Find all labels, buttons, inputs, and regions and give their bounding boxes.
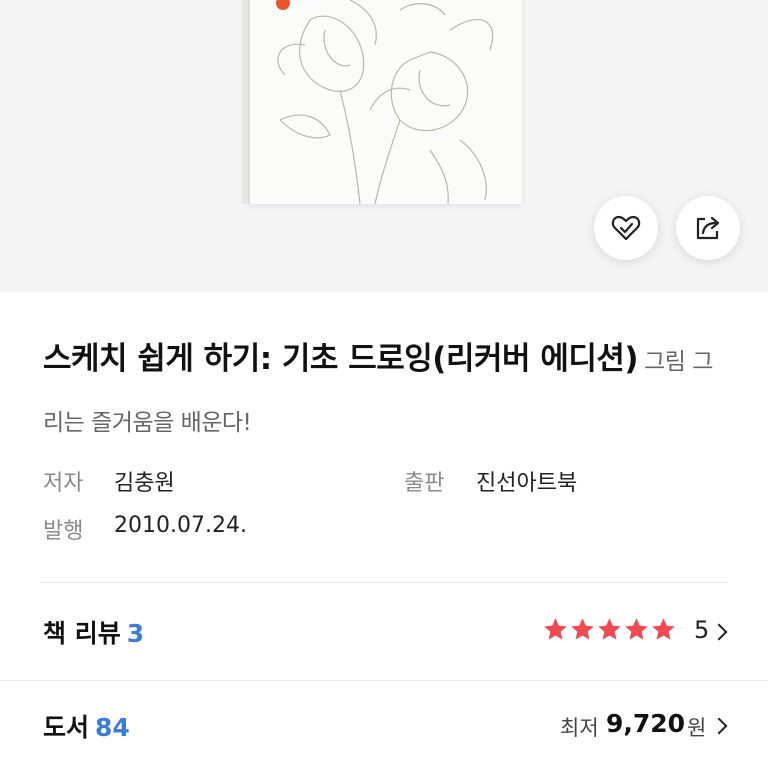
author-label: 저자: [43, 471, 84, 496]
publisher-value[interactable]: 진선아트북: [476, 465, 577, 497]
rating-value: 5: [694, 616, 710, 644]
listing-label: 도서 84: [43, 708, 130, 744]
share-button[interactable]: [676, 196, 740, 260]
price-label: 최저: [560, 716, 599, 740]
heart-check-icon: [611, 215, 641, 241]
author-value[interactable]: 김충원: [114, 465, 175, 497]
publisher-label: 출판: [404, 471, 445, 496]
book-title: 스케치 쉽게 하기: 기초 드로잉(리커버 에디션) 그림 그리는 즐거움을 배운…: [43, 330, 733, 452]
like-button[interactable]: [594, 196, 658, 260]
star-icon: [544, 618, 567, 640]
review-count: 3: [126, 619, 145, 648]
listing-count: 84: [95, 713, 130, 742]
divider: [40, 582, 728, 583]
book-title-text: 스케치 쉽게 하기: 기초 드로잉(리커버 에디션): [43, 341, 639, 377]
date-label: 발행: [43, 519, 84, 544]
share-icon: [696, 216, 720, 240]
star-icon: [652, 618, 675, 640]
chevron-right-icon: [710, 623, 728, 641]
rating-stars: [542, 616, 677, 643]
review-label: 책 리뷰 3: [43, 614, 144, 650]
hero-area: [0, 0, 768, 292]
price-value: 9,720: [606, 709, 686, 738]
price-unit: 원: [687, 716, 707, 740]
review-label-text: 책 리뷰: [43, 619, 121, 648]
listing-label-text: 도서: [43, 713, 90, 742]
section-divider: [0, 680, 768, 681]
star-icon: [625, 618, 648, 640]
book-cover-image[interactable]: [248, 0, 522, 204]
date-value: 2010.07.24.: [114, 513, 247, 538]
chevron-right-icon: [710, 717, 728, 735]
star-icon: [571, 618, 594, 640]
star-icon: [598, 618, 621, 640]
cover-illustration: [277, 0, 494, 204]
